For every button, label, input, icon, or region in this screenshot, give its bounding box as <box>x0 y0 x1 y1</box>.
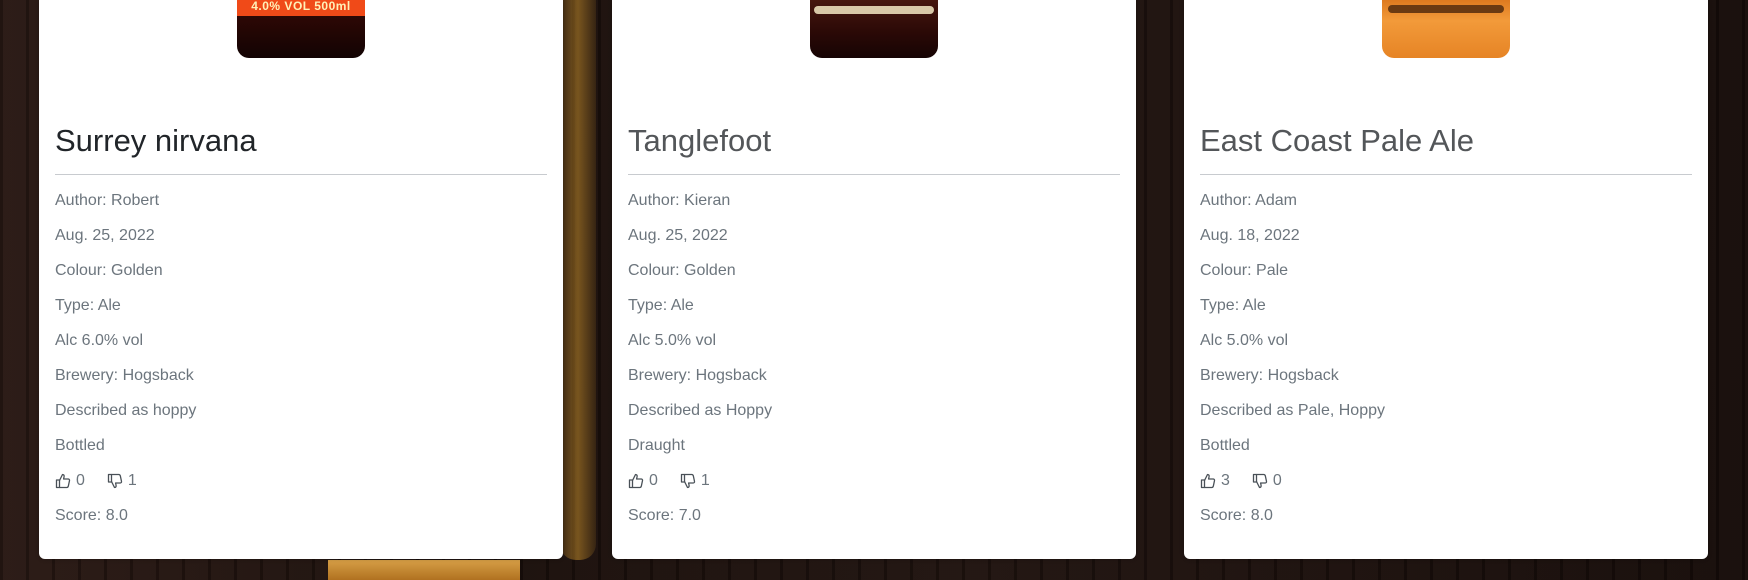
description-field: Described as Pale, Hoppy <box>1200 402 1385 419</box>
bottle-image: 4.0% VOL 500ml <box>237 0 365 58</box>
type-field: Type: Ale <box>1200 297 1266 314</box>
thumbs-up-icon <box>55 473 71 488</box>
serving-field: Draught <box>628 437 685 454</box>
card-body: Tanglefoot Author: Kieran Aug. 25, 2022 … <box>628 118 1120 533</box>
background-beer-glass-bottom <box>328 560 520 580</box>
dislike-button[interactable]: 0 <box>1252 472 1282 490</box>
beer-title[interactable]: Tanglefoot <box>628 118 1120 164</box>
colour-field: Colour: Golden <box>628 262 736 279</box>
serving-field: Bottled <box>1200 437 1250 454</box>
serving-field: Bottled <box>55 437 105 454</box>
dislike-count: 0 <box>1272 471 1282 489</box>
vote-row: 0 1 <box>628 463 1120 498</box>
background-beer-glass <box>560 0 596 560</box>
beer-image[interactable] <box>1184 0 1708 64</box>
like-count: 0 <box>649 471 658 489</box>
bottle-image <box>1382 0 1510 58</box>
dislike-count: 1 <box>700 471 710 489</box>
date-field: Aug. 25, 2022 <box>55 227 155 244</box>
thumbs-up-icon <box>628 473 644 488</box>
type-field: Type: Ale <box>628 297 694 314</box>
vote-row: 3 0 <box>1200 463 1692 498</box>
like-button[interactable]: 3 <box>1200 472 1230 490</box>
thumbs-down-icon <box>680 473 696 488</box>
alcohol-field: Alc 5.0% vol <box>628 332 717 349</box>
score-field: Score: 8.0 <box>55 507 128 524</box>
dislike-count: 1 <box>127 471 137 489</box>
alcohol-field: Alc 5.0% vol <box>1200 332 1289 349</box>
dislike-button[interactable]: 1 <box>680 472 710 490</box>
thumbs-up-icon <box>1200 473 1216 488</box>
date-field: Aug. 18, 2022 <box>1200 227 1300 244</box>
brewery-field: Brewery: Hogsback <box>1200 367 1339 384</box>
description-field: Described as hoppy <box>55 402 197 419</box>
brewery-field: Brewery: Hogsback <box>55 367 194 384</box>
like-count: 3 <box>1221 471 1230 489</box>
author-field: Author: Robert <box>55 192 160 209</box>
card-body: East Coast Pale Ale Author: Adam Aug. 18… <box>1200 118 1692 533</box>
score-field: Score: 7.0 <box>628 507 701 524</box>
like-button[interactable]: 0 <box>628 472 658 490</box>
author-field: Author: Kieran <box>628 192 731 209</box>
like-button[interactable]: 0 <box>55 472 85 490</box>
card-body: Surrey nirvana Author: Robert Aug. 25, 2… <box>55 118 547 533</box>
beer-image[interactable] <box>612 0 1136 64</box>
score-field: Score: 8.0 <box>1200 507 1273 524</box>
beer-card: 4.0% VOL 500ml Surrey nirvana Author: Ro… <box>39 0 563 559</box>
colour-field: Colour: Pale <box>1200 262 1289 279</box>
bottle-image <box>810 0 938 58</box>
type-field: Type: Ale <box>55 297 121 314</box>
beer-card: East Coast Pale Ale Author: Adam Aug. 18… <box>1184 0 1708 559</box>
author-field: Author: Adam <box>1200 192 1297 209</box>
divider <box>628 174 1120 175</box>
divider <box>55 174 547 175</box>
dislike-button[interactable]: 1 <box>107 472 137 490</box>
brewery-field: Brewery: Hogsback <box>628 367 767 384</box>
bottle-label: 4.0% VOL 500ml <box>237 0 365 16</box>
bottle-label <box>1388 5 1504 13</box>
alcohol-field: Alc 6.0% vol <box>55 332 144 349</box>
colour-field: Colour: Golden <box>55 262 163 279</box>
beer-card: Tanglefoot Author: Kieran Aug. 25, 2022 … <box>612 0 1136 559</box>
bottle-label <box>814 6 934 14</box>
date-field: Aug. 25, 2022 <box>628 227 728 244</box>
like-count: 0 <box>76 471 85 489</box>
beer-title[interactable]: East Coast Pale Ale <box>1200 118 1692 164</box>
beer-title[interactable]: Surrey nirvana <box>55 118 547 164</box>
description-field: Described as Hoppy <box>628 402 773 419</box>
thumbs-down-icon <box>107 473 123 488</box>
divider <box>1200 174 1692 175</box>
beer-image[interactable]: 4.0% VOL 500ml <box>39 0 563 64</box>
vote-row: 0 1 <box>55 463 547 498</box>
thumbs-down-icon <box>1252 473 1268 488</box>
